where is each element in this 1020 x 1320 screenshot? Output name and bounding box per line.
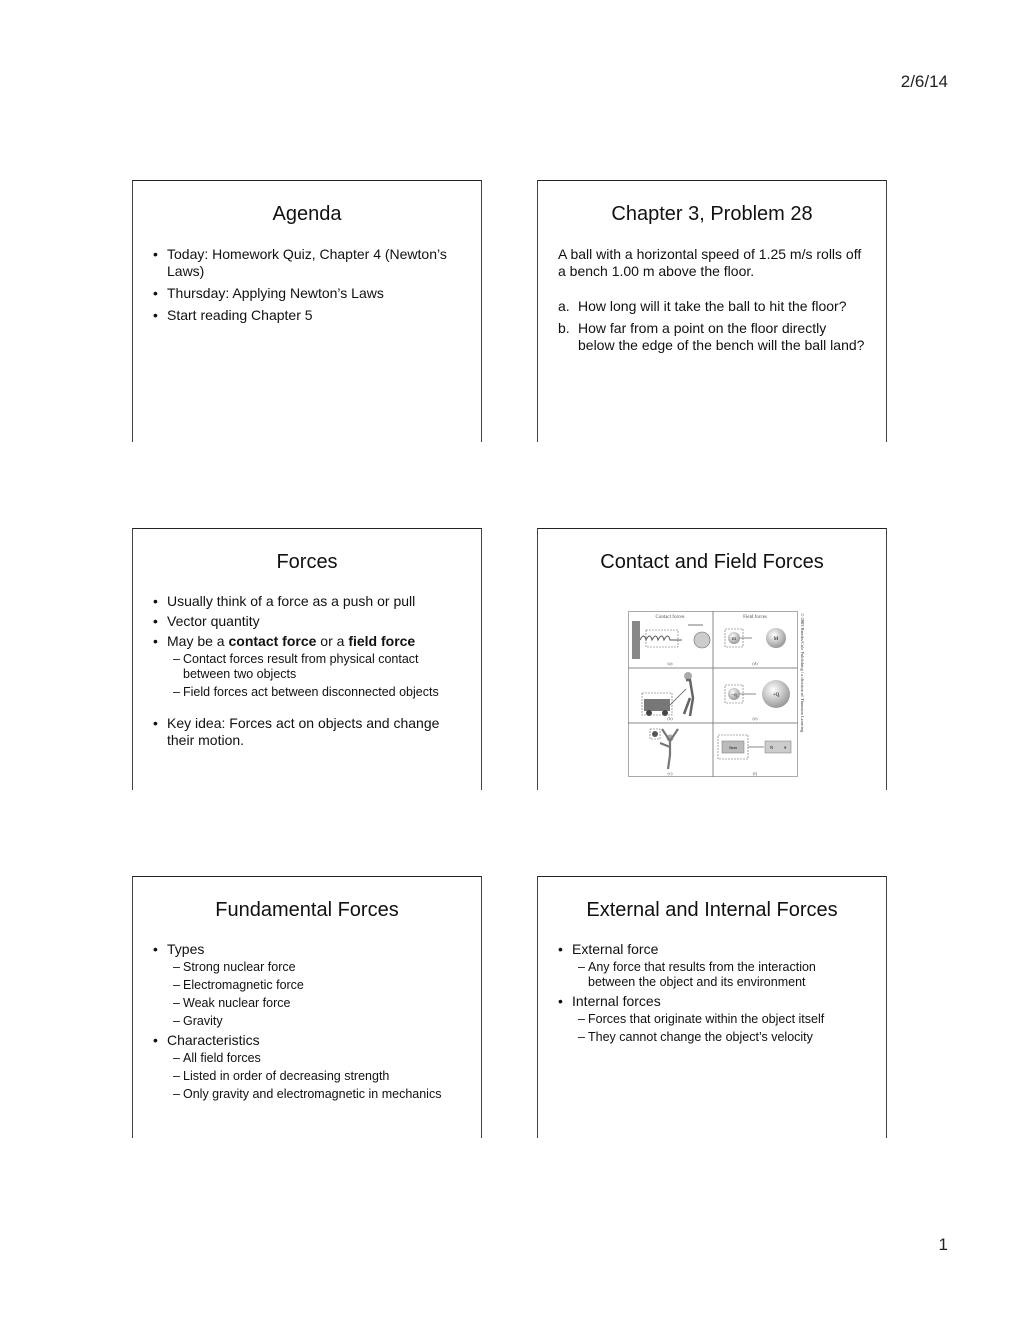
- svg-text:−q: −q: [731, 693, 737, 698]
- slide-title: Fundamental Forces: [215, 899, 399, 921]
- slide-fundamental-forces: Fundamental Forces Types Strong nuclear …: [132, 876, 482, 1138]
- bullet: Usually think of a force as a push or pu…: [153, 593, 461, 610]
- bullet-list: Today: Homework Quiz, Chapter 4 (Newton’…: [153, 246, 461, 329]
- figure-credit: © 2003 Brooks/Cole Publishing / a divisi…: [800, 613, 805, 733]
- ball-shape: [652, 731, 658, 737]
- svg-text:(e): (e): [753, 716, 758, 721]
- svg-text:+Q: +Q: [773, 693, 780, 698]
- slide-contact-field-forces: Contact and Field Forces Contact forces …: [537, 528, 887, 790]
- bullet: May be a contact force or a field force: [153, 633, 461, 650]
- bullet: External force: [558, 941, 866, 958]
- page-number: 1: [938, 1235, 948, 1254]
- sub-bullet: Gravity: [153, 1014, 461, 1029]
- bullet: Today: Homework Quiz, Chapter 4 (Newton’…: [153, 246, 461, 280]
- svg-text:(d): (d): [752, 661, 758, 666]
- slide-forces: Forces Usually think of a force as a pus…: [132, 528, 482, 790]
- sub-bullet: Electromagnetic force: [153, 978, 461, 993]
- column-label-contact: Contact forces: [655, 615, 684, 620]
- slide-title: Chapter 3, Problem 28: [611, 203, 813, 225]
- svg-text:m: m: [732, 637, 736, 642]
- wall-shape: [632, 621, 640, 659]
- sub-bullet: Only gravity and electromagnetic in mech…: [153, 1087, 461, 1102]
- sub-bullet: Any force that results from the interact…: [558, 960, 866, 990]
- slide-title: Forces: [276, 551, 338, 573]
- svg-text:(b): (b): [667, 716, 673, 721]
- bullet: Characteristics: [153, 1032, 461, 1049]
- bullet-list: Types Strong nuclear force Electromagnet…: [153, 941, 461, 1105]
- hand-shape: [693, 631, 711, 649]
- sub-bullet: Weak nuclear force: [153, 996, 461, 1011]
- page-date: 2/6/14: [900, 72, 948, 91]
- question-list: a. How long will it take the ball to hit …: [558, 298, 866, 354]
- slide-title: External and Internal Forces: [586, 899, 838, 921]
- bullet: Internal forces: [558, 993, 866, 1010]
- sub-bullet: Forces that originate within the object …: [558, 1012, 866, 1027]
- svg-text:M: M: [774, 637, 779, 642]
- slide-external-internal-forces: External and Internal Forces External fo…: [537, 876, 887, 1138]
- sub-bullet: All field forces: [153, 1051, 461, 1066]
- sub-bullet: Strong nuclear force: [153, 960, 461, 975]
- svg-text:(f): (f): [753, 771, 758, 776]
- bullet-list: Usually think of a force as a push or pu…: [153, 593, 461, 754]
- slide-agenda: Agenda Today: Homework Quiz, Chapter 4 (…: [132, 180, 482, 442]
- sub-bullet: Listed in order of decreasing strength: [153, 1069, 461, 1084]
- slide-title: Agenda: [272, 203, 342, 225]
- column-label-field: Field forces: [743, 615, 767, 620]
- wagon-shape: [644, 699, 670, 711]
- bullet-list: External force Any force that results fr…: [558, 941, 866, 1048]
- contact-field-forces-figure: Contact forces Field forces m M −q +Q Ir…: [628, 611, 805, 777]
- slide-chapter3-problem28: Chapter 3, Problem 28 A ball with a hori…: [537, 180, 887, 442]
- question-b: b. How far from a point on the floor dire…: [558, 320, 865, 353]
- question-a: a. How long will it take the ball to hit …: [558, 298, 847, 314]
- bullet: Key idea: Forces act on objects and chan…: [153, 715, 461, 749]
- problem-statement: A ball with a horizontal speed of 1.25 m…: [558, 246, 862, 279]
- sub-bullet: Contact forces result from physical cont…: [153, 652, 461, 682]
- svg-text:(a): (a): [668, 661, 673, 666]
- bullet: Thursday: Applying Newton’s Laws: [153, 285, 461, 302]
- svg-text:(c): (c): [668, 771, 673, 776]
- slide-title: Contact and Field Forces: [600, 551, 824, 573]
- magnet-shape: [764, 740, 792, 754]
- svg-text:Iron: Iron: [729, 745, 737, 750]
- bullet: Vector quantity: [153, 613, 461, 630]
- sub-bullet: Field forces act between disconnected ob…: [153, 685, 461, 700]
- sub-bullet: They cannot change the object’s velocity: [558, 1030, 866, 1045]
- bullet: Start reading Chapter 5: [153, 307, 461, 324]
- bullet: Types: [153, 941, 461, 958]
